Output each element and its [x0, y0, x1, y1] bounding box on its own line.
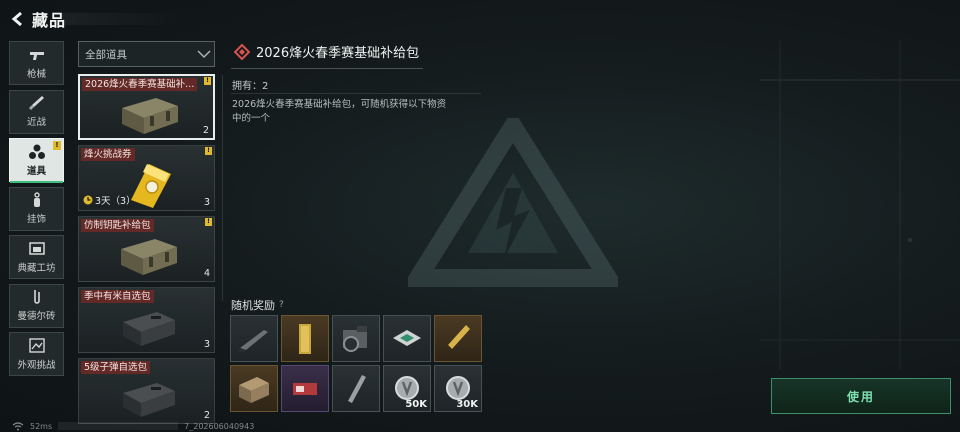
divider: [231, 68, 423, 69]
nav-item-melee[interactable]: 近战: [9, 89, 64, 134]
owned-count: 拥有：2: [232, 81, 269, 92]
reward-slot[interactable]: [332, 365, 380, 412]
chip-icon: [393, 329, 421, 346]
item-count: 4: [203, 268, 210, 279]
case-icon: [123, 383, 175, 417]
items-icon: [28, 144, 45, 159]
nav-label: 曼德尔砖: [17, 311, 56, 322]
help-icon[interactable]: ?: [279, 300, 284, 310]
gun-icon: [29, 51, 44, 60]
use-button[interactable]: 使用: [771, 378, 951, 414]
reward-slot[interactable]: [332, 315, 380, 362]
category-filter-dropdown[interactable]: 全部道具: [78, 41, 215, 67]
chevron-down-icon: [194, 41, 214, 67]
reward-slot[interactable]: [230, 365, 278, 412]
pen-icon: [446, 324, 470, 353]
reward-amount: 50K: [405, 399, 427, 410]
background-lines: [760, 40, 960, 370]
clock-icon: [83, 195, 93, 205]
card-icon: [293, 382, 317, 395]
list-item[interactable]: 5级子弹自选包 2: [78, 358, 215, 424]
status-bar: 52ms 7_202606040943: [12, 420, 254, 432]
challenge-icon: [28, 337, 45, 353]
nav-label: 挂饰: [26, 214, 46, 225]
filter-label: 全部道具: [85, 48, 127, 61]
wifi-icon: [12, 421, 24, 430]
reward-grid: 50K 30K: [230, 315, 488, 412]
brick-icon: [33, 290, 40, 304]
knife-icon: [28, 96, 44, 110]
uid-suffix: 7_202606040943: [184, 421, 255, 431]
detail-header: 2026烽火春季赛基础补给包: [234, 42, 419, 61]
item-list[interactable]: 2026烽火春季赛基础补... ! 2 烽火挑战券 ! 3天（3） 3 仿制钥匙…: [78, 74, 218, 432]
notification-badge: !: [204, 77, 211, 85]
ping-value: 52ms: [30, 421, 53, 431]
reward-slot[interactable]: [383, 315, 431, 362]
nav-label: 外观挑战: [17, 359, 56, 371]
nav-label: 道具: [26, 165, 46, 177]
list-item[interactable]: 仿制钥匙补给包 ! 4: [78, 216, 215, 282]
item-count: 3: [203, 339, 210, 350]
item-detail-title: 2026烽火春季赛基础补给包: [256, 46, 420, 61]
expiry-text: 3天（3）: [95, 196, 136, 207]
ammo-box-icon: [239, 376, 269, 403]
item-description: 2026烽火春季赛基础补给包，可随机获得以下物资中的一个: [232, 99, 447, 124]
reward-slot[interactable]: 50K: [383, 365, 431, 412]
nav-item-bricks[interactable]: 曼德尔砖: [9, 283, 64, 328]
title-decoration: [62, 13, 182, 25]
nav-item-charms[interactable]: 挂饰: [9, 186, 64, 231]
nav-item-items[interactable]: 道具 !: [9, 138, 64, 183]
crate-icon: [121, 239, 177, 275]
workshop-icon: [28, 241, 45, 255]
divider: [231, 93, 481, 94]
nav-item-workshop[interactable]: 典藏工坊: [9, 235, 64, 279]
nav-item-challenges[interactable]: 外观挑战: [9, 332, 64, 376]
uid-masked: [58, 422, 179, 430]
reward-slot[interactable]: 30K: [434, 365, 482, 412]
reward-amount: 30K: [456, 399, 478, 410]
reward-slot[interactable]: [434, 315, 482, 362]
charm-icon: [33, 192, 40, 207]
back-button[interactable]: [4, 0, 32, 38]
nav-item-guns[interactable]: 枪械: [9, 41, 64, 85]
reward-slot[interactable]: [281, 365, 329, 412]
item-count: 2: [202, 125, 209, 136]
notification-badge: !: [53, 141, 61, 150]
rewards-header: 随机奖励 ?: [231, 297, 284, 313]
knife-icon: [237, 329, 268, 353]
list-item[interactable]: 烽火挑战券 ! 3天（3） 3: [78, 145, 215, 211]
divider: [222, 75, 223, 301]
nav-label: 典藏工坊: [17, 262, 56, 274]
nav-label: 近战: [26, 117, 46, 128]
background-logo-icon: [408, 118, 618, 287]
camera-icon: [343, 325, 367, 352]
item-count: 3: [203, 197, 210, 208]
crate-icon: [122, 98, 178, 134]
rarity-diamond-icon: [234, 43, 250, 60]
case-icon: [123, 312, 175, 346]
expiry-timer: 3天（3）: [83, 193, 136, 207]
list-item[interactable]: 2026烽火春季赛基础补... ! 2: [78, 74, 215, 140]
notification-badge: !: [205, 218, 212, 226]
rewards-title: 随机奖励: [231, 299, 275, 312]
reward-slot[interactable]: [281, 315, 329, 362]
blade-icon: [348, 374, 366, 403]
page-title: 藏品: [32, 11, 67, 30]
list-item[interactable]: 季中有米自选包 3: [78, 287, 215, 353]
back-arrow-icon: [11, 11, 22, 27]
notification-badge: !: [205, 147, 212, 155]
category-nav: 枪械 近战 道具 ! 挂饰 典藏工坊 曼德尔砖 外观挑战: [9, 41, 64, 381]
gold-bar-icon: [299, 323, 311, 354]
reward-slot[interactable]: [230, 315, 278, 362]
nav-label: 枪械: [26, 68, 46, 80]
